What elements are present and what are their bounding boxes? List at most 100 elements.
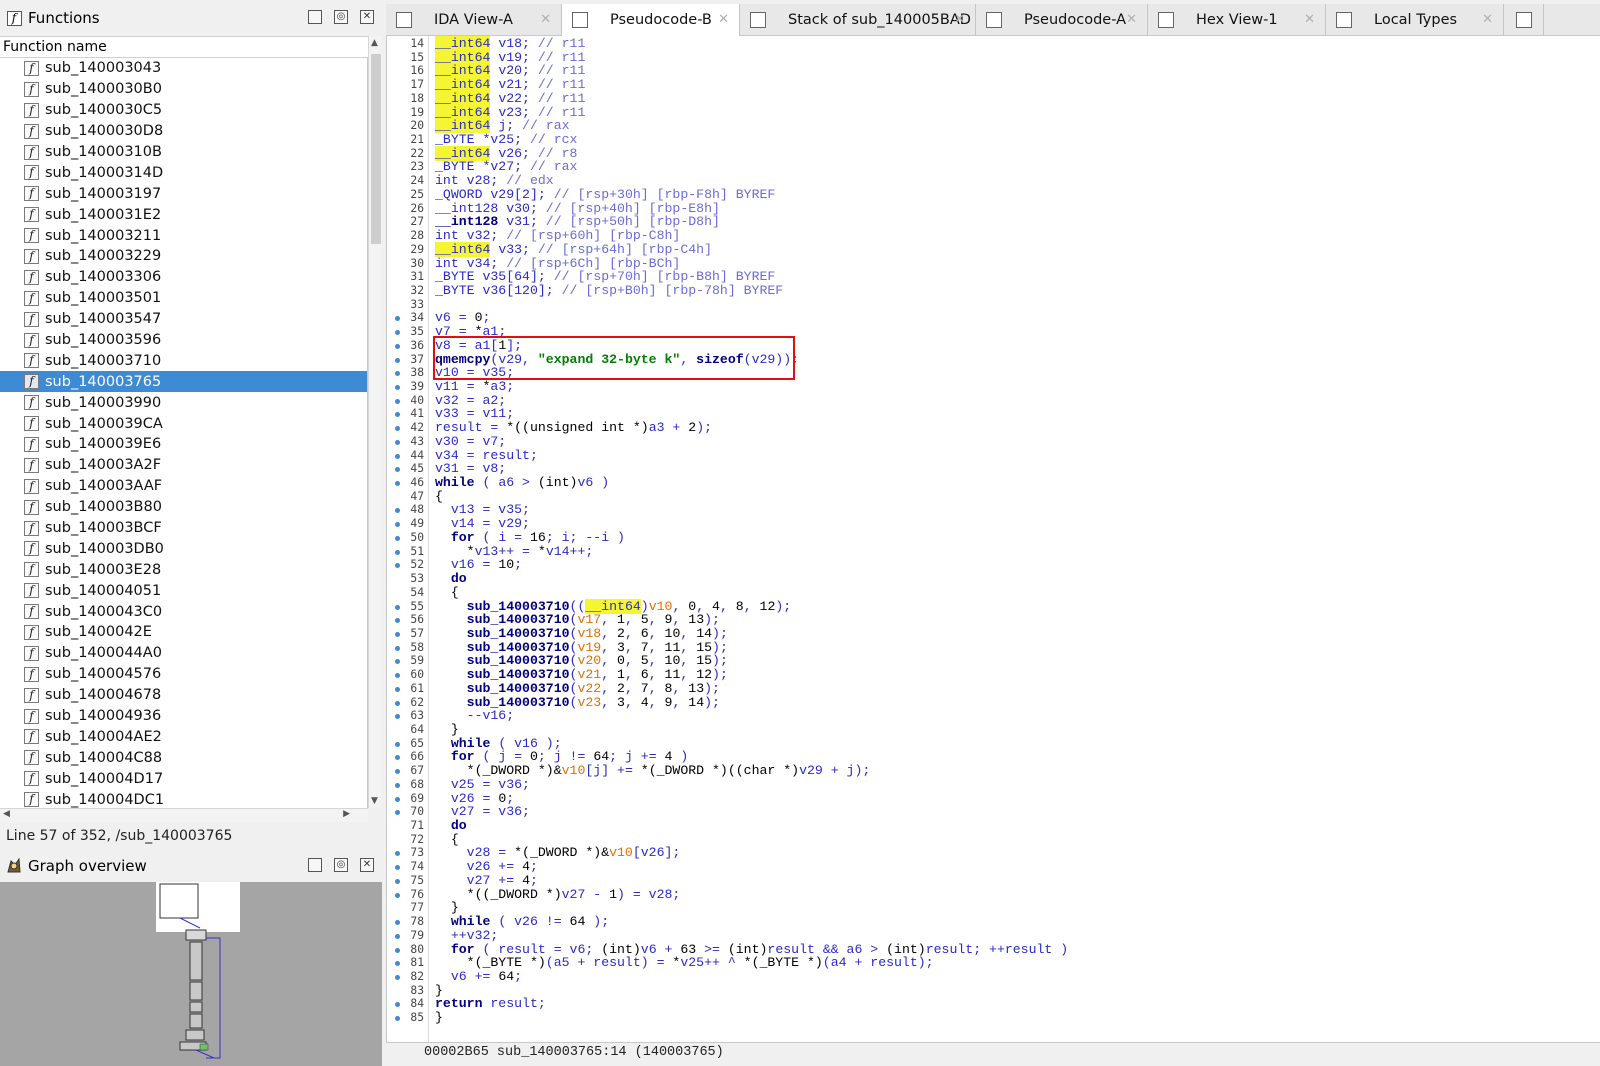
- close-icon[interactable]: ✕: [1482, 12, 1493, 27]
- function-list-item[interactable]: f sub_140004678: [0, 685, 367, 706]
- function-list-item[interactable]: f sub_140003B80: [0, 497, 367, 518]
- function-list-item[interactable]: f sub_14000314D: [0, 162, 367, 183]
- breakpoint-dot-icon[interactable]: [395, 645, 400, 651]
- breakpoint-dot-icon[interactable]: [395, 604, 400, 610]
- breakpoint-dot-icon[interactable]: [395, 974, 400, 980]
- code-line[interactable]: v6 += 64;: [435, 969, 522, 984]
- function-list-item[interactable]: f sub_140004DC1: [0, 789, 367, 808]
- function-list-item[interactable]: f sub_1400030B0: [0, 79, 367, 100]
- function-list-item[interactable]: f sub_1400042E: [0, 622, 367, 643]
- breakpoint-dot-icon[interactable]: [395, 412, 400, 418]
- breakpoint-dot-icon[interactable]: [395, 508, 400, 514]
- function-list-item[interactable]: f sub_140004AE2: [0, 727, 367, 748]
- breakpoint-dot-icon[interactable]: [395, 714, 400, 720]
- tab-pseudocode-b[interactable]: Pseudocode-B ✕: [562, 4, 740, 36]
- panel-float-icon[interactable]: ◎: [334, 858, 348, 872]
- tab-local-types[interactable]: Local Types ✕: [1326, 4, 1504, 36]
- code-line[interactable]: _BYTE v36[120]; // [rsp+B0h] [rbp-78h] B…: [435, 283, 783, 298]
- breakpoint-dot-icon[interactable]: [395, 755, 400, 761]
- function-list-item[interactable]: f sub_140004C88: [0, 747, 367, 768]
- code-line[interactable]: *((_DWORD *)v27 - 1) = v28;: [435, 887, 681, 902]
- panel-maximize-icon[interactable]: [308, 10, 322, 24]
- breakpoint-dot-icon[interactable]: [395, 659, 400, 665]
- function-list-item[interactable]: f sub_140004936: [0, 706, 367, 727]
- function-list-item[interactable]: f sub_140003306: [0, 267, 367, 288]
- function-list-item[interactable]: f sub_140003197: [0, 183, 367, 204]
- code-line[interactable]: v30 = v7;: [435, 434, 506, 449]
- breakpoint-dot-icon[interactable]: [395, 878, 400, 884]
- vertical-scrollbar[interactable]: ▲ ▼: [368, 36, 382, 808]
- close-icon[interactable]: ✕: [1304, 12, 1315, 27]
- breakpoint-dot-icon[interactable]: [395, 782, 400, 788]
- breakpoint-dot-icon[interactable]: [395, 961, 400, 967]
- code-line[interactable]: }: [435, 1011, 443, 1025]
- function-list-item[interactable]: f sub_140003043: [0, 58, 367, 79]
- breakpoint-dot-icon[interactable]: [395, 686, 400, 692]
- function-list-item[interactable]: f sub_140003AAF: [0, 476, 367, 497]
- graph-overview-canvas[interactable]: [0, 882, 382, 1066]
- function-list-item[interactable]: f sub_140003710: [0, 350, 367, 371]
- function-list-item[interactable]: f sub_140004D17: [0, 768, 367, 789]
- function-list[interactable]: f sub_140003043 f sub_1400030B0 f sub_1400030…: [0, 58, 368, 808]
- panel-maximize-icon[interactable]: [308, 858, 322, 872]
- breakpoint-dot-icon[interactable]: [395, 316, 400, 322]
- close-icon[interactable]: ✕: [540, 12, 551, 27]
- code-line[interactable]: while ( a6 > (int)v6 ): [435, 476, 609, 490]
- panel-close-icon[interactable]: ✕: [360, 10, 374, 24]
- breakpoint-dot-icon[interactable]: [395, 741, 400, 747]
- breakpoint-dot-icon[interactable]: [395, 481, 400, 487]
- panel-close-icon[interactable]: ✕: [360, 858, 374, 872]
- function-list-item[interactable]: f sub_1400043C0: [0, 601, 367, 622]
- tab-stack-of-sub-140005bad[interactable]: Stack of sub_140005BAD ✕: [740, 4, 976, 36]
- tab-ida-view-a[interactable]: IDA View-A ✕: [386, 4, 562, 36]
- function-list-item[interactable]: f sub_140003BCF: [0, 518, 367, 539]
- function-list-item[interactable]: f sub_140004576: [0, 664, 367, 685]
- code-line[interactable]: v11 = *a3;: [435, 380, 514, 394]
- breakpoint-dot-icon[interactable]: [395, 892, 400, 898]
- pseudocode-view[interactable]: 14 15 16 17 18 19 20 21 22 23 24 25 26 27 28 29 30 31 32 33…: [386, 36, 1600, 1042]
- function-list-item[interactable]: f sub_1400031E2: [0, 204, 367, 225]
- function-list-item[interactable]: f sub_14000310B: [0, 142, 367, 163]
- breakpoint-dot-icon[interactable]: [395, 549, 400, 555]
- function-list-item[interactable]: f sub_1400039CA: [0, 413, 367, 434]
- function-list-item[interactable]: f sub_140003596: [0, 330, 367, 351]
- breakpoint-dot-icon[interactable]: [395, 1016, 400, 1022]
- breakpoint-dot-icon[interactable]: [395, 933, 400, 939]
- function-list-item[interactable]: f sub_140003765: [0, 371, 367, 393]
- function-list-item[interactable]: f sub_1400039E6: [0, 434, 367, 455]
- scrollbar-thumb[interactable]: [371, 54, 381, 244]
- breakpoint-dot-icon[interactable]: [395, 920, 400, 926]
- breakpoint-dot-icon[interactable]: [395, 522, 400, 528]
- function-list-item[interactable]: f sub_1400044A0: [0, 643, 367, 664]
- breakpoint-dot-icon[interactable]: [395, 357, 400, 363]
- function-list-item[interactable]: f sub_140004051: [0, 580, 367, 601]
- breakpoint-dot-icon[interactable]: [395, 796, 400, 802]
- breakpoint-dot-icon[interactable]: [395, 467, 400, 473]
- breakpoint-dot-icon[interactable]: [395, 631, 400, 637]
- breakpoint-dot-icon[interactable]: [395, 673, 400, 679]
- code-line[interactable]: {: [435, 585, 459, 600]
- breakpoint-dot-icon[interactable]: [395, 439, 400, 445]
- function-list-item[interactable]: f sub_140003E28: [0, 559, 367, 580]
- breakpoint-dot-icon[interactable]: [395, 563, 400, 569]
- breakpoint-dot-icon[interactable]: [395, 453, 400, 459]
- function-list-item[interactable]: f sub_140003501: [0, 288, 367, 309]
- tab-hex-view-1[interactable]: Hex View-1 ✕: [1148, 4, 1326, 36]
- function-list-item[interactable]: f sub_140003DB0: [0, 538, 367, 559]
- function-list-item[interactable]: f sub_1400030C5: [0, 100, 367, 121]
- close-icon[interactable]: ✕: [1126, 12, 1137, 27]
- breakpoint-dot-icon[interactable]: [395, 865, 400, 871]
- breakpoint-dot-icon[interactable]: [395, 426, 400, 432]
- code-line[interactable]: return result;: [435, 997, 546, 1011]
- function-list-item[interactable]: f sub_140003990: [0, 392, 367, 413]
- horizontal-scrollbar[interactable]: ◀ ▶: [0, 808, 368, 822]
- breakpoint-dot-icon[interactable]: [395, 330, 400, 336]
- function-list-item[interactable]: f sub_140003547: [0, 309, 367, 330]
- function-name-column-header[interactable]: Function name: [0, 36, 374, 58]
- breakpoint-dot-icon[interactable]: [395, 700, 400, 706]
- panel-float-icon[interactable]: ◎: [334, 10, 348, 24]
- breakpoint-dot-icon[interactable]: [395, 618, 400, 624]
- tab-pseudocode-a[interactable]: Pseudocode-A ✕: [976, 4, 1148, 36]
- breakpoint-dot-icon[interactable]: [395, 1002, 400, 1008]
- breakpoint-dot-icon[interactable]: [395, 398, 400, 404]
